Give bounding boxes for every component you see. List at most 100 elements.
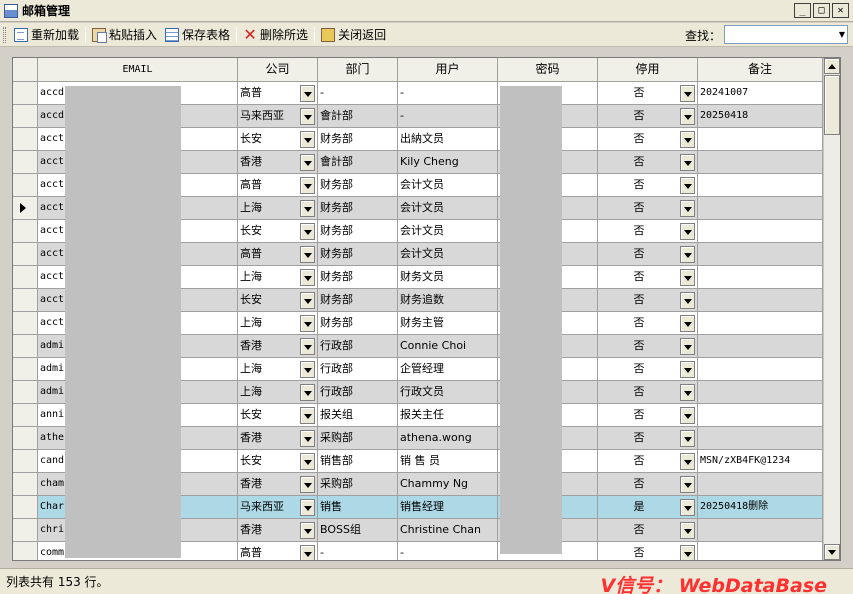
row-header[interactable] — [13, 243, 38, 266]
paste-insert-button[interactable]: 粘贴插入 — [88, 25, 161, 45]
dept-cell[interactable]: 财务部 — [318, 197, 398, 220]
company-cell[interactable]: 香港 — [238, 427, 318, 450]
disabled-cell[interactable]: 否 — [598, 404, 698, 427]
disabled-cell[interactable]: 否 — [598, 381, 698, 404]
dept-cell[interactable]: - — [318, 542, 398, 560]
chevron-down-icon[interactable] — [680, 429, 695, 447]
disabled-cell[interactable]: 否 — [598, 358, 698, 381]
dept-cell[interactable]: 财务部 — [318, 289, 398, 312]
note-cell[interactable] — [698, 289, 823, 312]
row-header[interactable] — [13, 312, 38, 335]
disabled-cell[interactable]: 否 — [598, 335, 698, 358]
company-cell[interactable]: 香港 — [238, 335, 318, 358]
scroll-down-arrow-icon[interactable] — [824, 544, 840, 560]
company-cell[interactable]: 上海 — [238, 197, 318, 220]
chevron-down-icon[interactable] — [300, 222, 315, 240]
chevron-down-icon[interactable] — [300, 429, 315, 447]
chevron-down-icon[interactable] — [300, 153, 315, 171]
user-cell[interactable]: 报关主任 — [398, 404, 498, 427]
chevron-down-icon[interactable] — [300, 314, 315, 332]
scroll-thumb[interactable] — [824, 75, 840, 135]
vertical-scrollbar[interactable] — [823, 58, 840, 560]
disabled-cell[interactable]: 否 — [598, 151, 698, 174]
company-cell[interactable]: 长安 — [238, 404, 318, 427]
note-cell[interactable]: 20250418 — [698, 105, 823, 128]
row-header[interactable] — [13, 266, 38, 289]
note-cell[interactable] — [698, 427, 823, 450]
search-combobox[interactable]: ▼ — [724, 25, 848, 44]
row-header[interactable] — [13, 82, 38, 105]
chevron-down-icon[interactable] — [680, 130, 695, 148]
user-cell[interactable]: 销售经理 — [398, 496, 498, 519]
disabled-cell[interactable]: 否 — [598, 220, 698, 243]
chevron-down-icon[interactable] — [300, 360, 315, 378]
dept-cell[interactable]: 财务部 — [318, 243, 398, 266]
dept-cell[interactable]: 财务部 — [318, 128, 398, 151]
note-cell[interactable] — [698, 358, 823, 381]
column-header-user[interactable]: 用户 — [398, 58, 498, 82]
disabled-cell[interactable]: 否 — [598, 427, 698, 450]
dept-cell[interactable]: 采购部 — [318, 473, 398, 496]
row-header[interactable] — [13, 174, 38, 197]
note-cell[interactable] — [698, 312, 823, 335]
dept-cell[interactable]: 销售 — [318, 496, 398, 519]
chevron-down-icon[interactable] — [680, 452, 695, 470]
chevron-down-icon[interactable] — [300, 245, 315, 263]
chevron-down-icon[interactable] — [680, 521, 695, 539]
user-cell[interactable]: - — [398, 82, 498, 105]
user-cell[interactable]: 会计文员 — [398, 197, 498, 220]
disabled-cell[interactable]: 否 — [598, 82, 698, 105]
user-cell[interactable]: - — [398, 542, 498, 560]
chevron-down-icon[interactable] — [300, 84, 315, 102]
row-header[interactable] — [13, 473, 38, 496]
chevron-down-icon[interactable] — [300, 383, 315, 401]
delete-selected-button[interactable]: ✕ 删除所选 — [239, 25, 312, 45]
chevron-down-icon[interactable] — [300, 130, 315, 148]
row-header[interactable] — [13, 519, 38, 542]
row-header[interactable] — [13, 151, 38, 174]
dept-cell[interactable]: 會計部 — [318, 105, 398, 128]
row-header[interactable] — [13, 404, 38, 427]
note-cell[interactable] — [698, 220, 823, 243]
row-header[interactable] — [13, 335, 38, 358]
company-cell[interactable]: 高普 — [238, 82, 318, 105]
company-cell[interactable]: 上海 — [238, 312, 318, 335]
company-cell[interactable]: 长安 — [238, 128, 318, 151]
user-cell[interactable]: 企管经理 — [398, 358, 498, 381]
chevron-down-icon[interactable] — [680, 383, 695, 401]
chevron-down-icon[interactable] — [300, 521, 315, 539]
chevron-down-icon[interactable] — [680, 337, 695, 355]
close-button[interactable]: ✕ — [832, 3, 849, 18]
disabled-cell[interactable]: 否 — [598, 312, 698, 335]
user-cell[interactable]: 财务文员 — [398, 266, 498, 289]
user-cell[interactable]: 出納文员 — [398, 128, 498, 151]
disabled-cell[interactable]: 否 — [598, 542, 698, 560]
user-cell[interactable]: 财务追数 — [398, 289, 498, 312]
company-cell[interactable]: 香港 — [238, 473, 318, 496]
note-cell[interactable] — [698, 151, 823, 174]
row-header[interactable] — [13, 496, 38, 519]
chevron-down-icon[interactable] — [300, 475, 315, 493]
note-cell[interactable]: 20250418删除 — [698, 496, 823, 519]
row-header[interactable] — [13, 427, 38, 450]
dept-cell[interactable]: 采购部 — [318, 427, 398, 450]
company-cell[interactable]: 长安 — [238, 450, 318, 473]
company-cell[interactable]: 高普 — [238, 243, 318, 266]
chevron-down-icon[interactable] — [680, 406, 695, 424]
chevron-down-icon[interactable] — [300, 337, 315, 355]
chevron-down-icon[interactable] — [680, 475, 695, 493]
user-cell[interactable]: 会计文员 — [398, 174, 498, 197]
company-cell[interactable]: 上海 — [238, 358, 318, 381]
user-cell[interactable]: 会计文员 — [398, 220, 498, 243]
chevron-down-icon[interactable] — [300, 291, 315, 309]
minimize-button[interactable]: _ — [794, 3, 811, 18]
disabled-cell[interactable]: 否 — [598, 197, 698, 220]
dept-cell[interactable]: 财务部 — [318, 266, 398, 289]
dept-cell[interactable]: 财务部 — [318, 312, 398, 335]
user-cell[interactable]: 行政文员 — [398, 381, 498, 404]
dept-cell[interactable]: 行政部 — [318, 335, 398, 358]
note-cell[interactable]: MSN/zXB4FK@1234 — [698, 450, 823, 473]
column-header-note[interactable]: 备注 — [698, 58, 823, 82]
chevron-down-icon[interactable] — [680, 360, 695, 378]
close-return-button[interactable]: 关闭返回 — [317, 25, 390, 45]
